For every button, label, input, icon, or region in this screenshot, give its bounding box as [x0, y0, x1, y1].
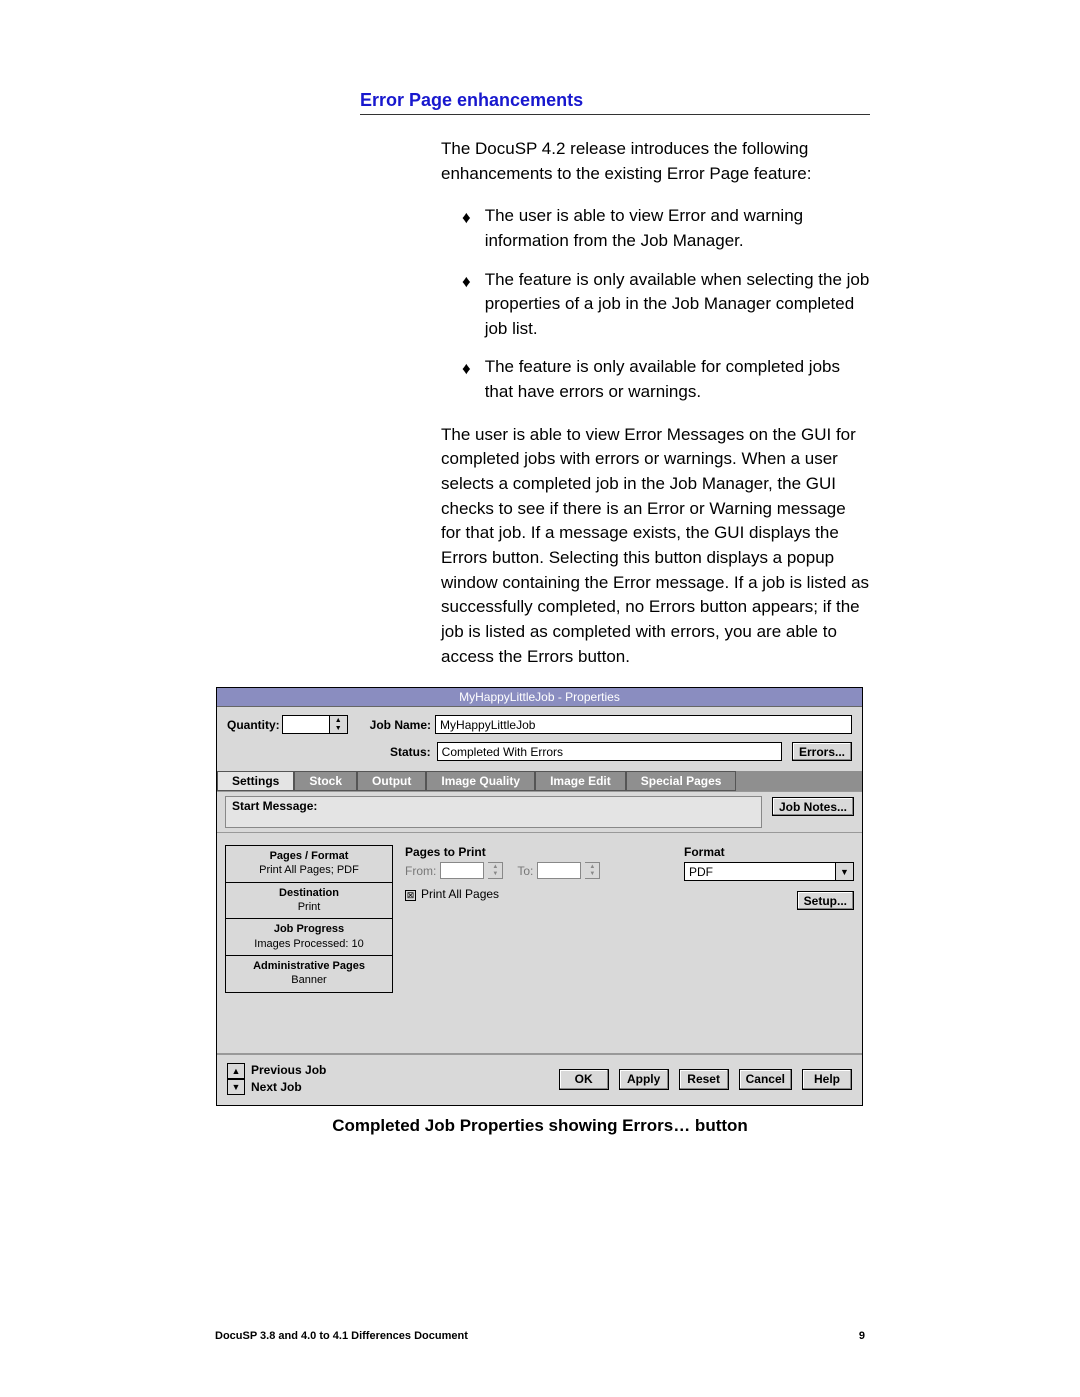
- format-select[interactable]: PDF ▼: [684, 862, 854, 881]
- card-value: Print: [226, 900, 392, 914]
- jobname-input[interactable]: MyHappyLittleJob: [435, 715, 852, 734]
- summary-cards: Pages / Format Print All Pages; PDF Dest…: [225, 845, 393, 1045]
- bullet-icon: ♦: [462, 270, 471, 342]
- previous-job-button[interactable]: ▲: [227, 1063, 245, 1079]
- quantity-stepper[interactable]: ▲▼: [330, 715, 348, 734]
- pages-to-print-heading: Pages to Print: [405, 845, 672, 859]
- next-job-button[interactable]: ▼: [227, 1079, 245, 1095]
- cancel-button[interactable]: Cancel: [739, 1069, 792, 1090]
- card-heading: Pages / Format: [226, 849, 392, 863]
- tab-output[interactable]: Output: [357, 771, 426, 791]
- card-value: Images Processed: 10: [226, 937, 392, 951]
- bullet-icon: ♦: [462, 357, 471, 404]
- tab-bar: Settings Stock Output Image Quality Imag…: [217, 771, 862, 791]
- to-label: To:: [517, 864, 533, 878]
- card-job-progress[interactable]: Job Progress Images Processed: 10: [225, 919, 393, 956]
- card-heading: Job Progress: [226, 922, 392, 936]
- figure-caption: Completed Job Properties showing Errors……: [210, 1116, 870, 1136]
- to-stepper[interactable]: ▲▼: [585, 862, 600, 879]
- tab-image-quality[interactable]: Image Quality: [426, 771, 535, 791]
- tab-stock[interactable]: Stock: [294, 771, 357, 791]
- chevron-down-icon: ▼: [335, 725, 342, 732]
- bullet-icon: ♦: [462, 206, 471, 253]
- from-stepper[interactable]: ▲▼: [488, 862, 503, 879]
- print-all-pages-checkbox[interactable]: ⊠: [405, 890, 416, 901]
- quantity-input[interactable]: [282, 715, 330, 734]
- quantity-label: Quantity:: [227, 718, 280, 732]
- reset-button[interactable]: Reset: [679, 1069, 729, 1090]
- footer-left: DocuSP 3.8 and 4.0 to 4.1 Differences Do…: [215, 1330, 468, 1342]
- triangle-down-icon: ▼: [232, 1082, 241, 1092]
- body-paragraph: The user is able to view Error Messages …: [441, 423, 870, 669]
- format-heading: Format: [684, 845, 854, 859]
- intro-paragraph: The DocuSP 4.2 release introduces the fo…: [441, 137, 870, 186]
- card-value: Banner: [226, 973, 392, 987]
- status-value: Completed With Errors: [437, 742, 782, 761]
- to-input[interactable]: [537, 862, 581, 879]
- card-value: Print All Pages; PDF: [226, 863, 392, 877]
- dialog-title: MyHappyLittleJob - Properties: [217, 688, 862, 707]
- card-admin-pages[interactable]: Administrative Pages Banner: [225, 956, 393, 993]
- ok-button[interactable]: OK: [559, 1069, 609, 1090]
- chevron-down-icon: ▼: [835, 863, 853, 880]
- footer-page-number: 9: [859, 1330, 865, 1342]
- tab-image-edit[interactable]: Image Edit: [535, 771, 626, 791]
- next-job-label: Next Job: [251, 1080, 326, 1095]
- status-label: Status:: [390, 745, 431, 759]
- setup-button[interactable]: Setup...: [797, 891, 854, 910]
- from-input[interactable]: [440, 862, 484, 879]
- card-pages-format[interactable]: Pages / Format Print All Pages; PDF: [225, 845, 393, 883]
- jobname-label: Job Name:: [370, 718, 431, 732]
- section-heading: Error Page enhancements: [360, 90, 870, 115]
- errors-button[interactable]: Errors...: [792, 742, 852, 761]
- from-label: From:: [405, 864, 436, 878]
- card-destination[interactable]: Destination Print: [225, 883, 393, 920]
- bullet-text: The user is able to view Error and warni…: [485, 204, 870, 253]
- previous-job-label: Previous Job: [251, 1063, 326, 1078]
- tab-settings[interactable]: Settings: [217, 771, 294, 791]
- tab-special-pages[interactable]: Special Pages: [626, 771, 737, 791]
- start-message-label: Start Message:: [225, 796, 762, 828]
- apply-button[interactable]: Apply: [619, 1069, 669, 1090]
- job-properties-dialog: MyHappyLittleJob - Properties Quantity: …: [216, 687, 863, 1106]
- print-all-pages-label: Print All Pages: [421, 887, 499, 901]
- bullet-list: ♦ The user is able to view Error and war…: [462, 204, 870, 404]
- help-button[interactable]: Help: [802, 1069, 852, 1090]
- bullet-text: The feature is only available when selec…: [485, 268, 870, 342]
- job-notes-button[interactable]: Job Notes...: [772, 797, 854, 816]
- card-heading: Administrative Pages: [226, 959, 392, 973]
- chevron-up-icon: ▲: [335, 717, 342, 724]
- card-heading: Destination: [226, 886, 392, 900]
- format-value: PDF: [685, 865, 835, 879]
- bullet-text: The feature is only available for comple…: [485, 355, 870, 404]
- triangle-up-icon: ▲: [232, 1066, 241, 1076]
